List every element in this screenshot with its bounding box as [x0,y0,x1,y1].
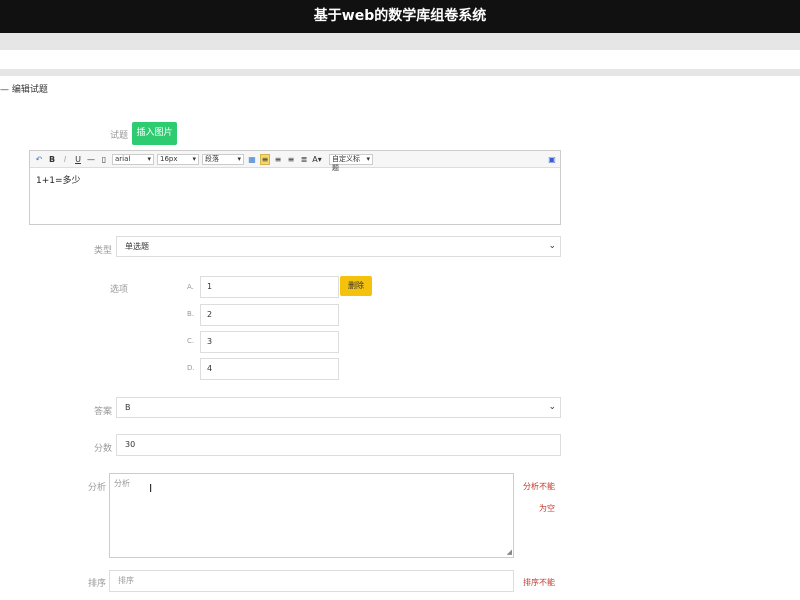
score-label: 分数 [94,444,113,454]
editor-content[interactable]: 1+1=多少 [30,168,560,191]
answer-select[interactable]: B ⌄ [116,397,561,418]
page-header: 基于web的数学库组卷系统 [0,0,800,33]
font-size-select-value: 16px [160,154,178,163]
analysis-error-line1: 分析不能 [523,482,555,491]
caret-down-icon: ▾ [192,154,196,163]
caret-down-icon: ▾ [147,154,151,163]
option-letter: C. [187,337,195,345]
fullscreen-icon[interactable]: ▣ [547,155,557,164]
font-color-icon[interactable]: A▾ [312,155,322,164]
caret-down-icon: ▾ [366,154,370,163]
italic-icon[interactable]: I [60,155,70,164]
analysis-textarea[interactable]: 分析 ◢ [109,473,514,558]
text-cursor-icon: I [149,482,153,495]
option-letter: B. [187,310,195,318]
insert-image-button[interactable]: 插入图片 [132,122,177,145]
options-label: 选项 [110,285,129,295]
option-letter: A. [187,283,194,291]
custom-title-select[interactable]: 自定义标题 ▾ [329,153,373,172]
chevron-down-icon: ⌄ [548,402,556,412]
option-input-d[interactable]: 4 [200,358,339,380]
document-icon[interactable]: ▯ [99,155,109,164]
order-error: 排序不能 [523,578,555,587]
align-justify-icon[interactable]: ≣ [299,155,309,164]
nav-band [0,33,800,50]
editor-toolbar: ↶ B I U — ▯ arial ▾ 16px ▾ 段落 ▾ ▦ ≡ ≡ ≡ … [30,151,560,172]
answer-label: 答案 [94,407,113,417]
caret-down-icon: ▾ [237,154,241,163]
type-label: 类型 [94,246,113,256]
order-label: 排序 [88,579,107,589]
order-input[interactable]: 排序 [109,570,514,592]
option-input-b[interactable]: 2 [200,304,339,326]
paragraph-select-value: 段落 [205,154,219,163]
font-select[interactable]: arial ▾ [112,153,154,165]
analysis-label: 分析 [88,483,107,493]
type-select[interactable]: 单选题 ⌄ [116,236,561,257]
chevron-down-icon: ⌄ [548,241,556,251]
font-select-value: arial [115,154,131,163]
analysis-placeholder: 分析 [114,479,130,488]
divider-band [0,69,800,76]
align-left-icon[interactable]: ≡ [260,153,270,165]
paragraph-select[interactable]: 段落 ▾ [202,153,244,165]
horizontal-rule-icon[interactable]: — [86,155,96,164]
align-center-icon[interactable]: ≡ [273,155,283,164]
page-title: 基于web的数学库组卷系统 [313,8,487,24]
answer-select-value: B [125,403,131,412]
question-label: 试题 [110,131,129,141]
resize-handle-icon[interactable]: ◢ [507,548,512,556]
align-right-icon[interactable]: ≡ [286,155,296,164]
option-input-a[interactable]: 1 [200,276,339,298]
section-title: — 编辑试题 [0,85,48,95]
type-select-value: 单选题 [125,242,149,251]
undo-icon[interactable]: ↶ [34,155,44,164]
option-input-c[interactable]: 3 [200,331,339,353]
option-letter: D. [187,364,195,372]
analysis-error-line2: 为空 [539,504,555,513]
table-icon[interactable]: ▦ [247,155,257,164]
underline-icon[interactable]: U [73,155,83,164]
delete-option-button[interactable]: 删除 [340,276,372,296]
rich-text-editor[interactable]: ↶ B I U — ▯ arial ▾ 16px ▾ 段落 ▾ ▦ ≡ ≡ ≡ … [29,150,561,225]
custom-title-select-value: 自定义标题 [332,154,360,172]
font-size-select[interactable]: 16px ▾ [157,153,199,165]
score-input[interactable]: 30 [116,434,561,456]
bold-icon[interactable]: B [47,155,57,164]
